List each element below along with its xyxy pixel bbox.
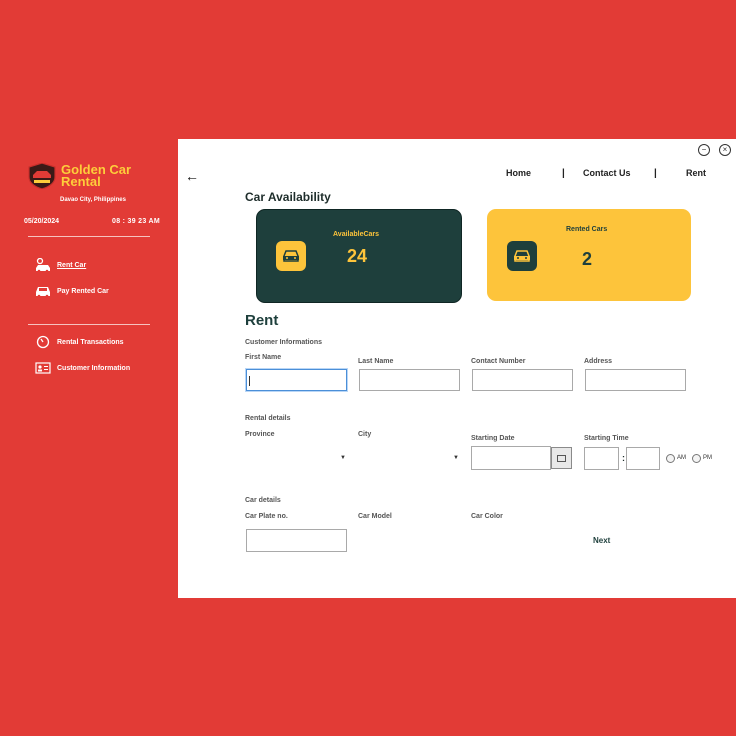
car-icon bbox=[36, 287, 50, 298]
car-color-label: Car Color bbox=[471, 513, 503, 520]
contact-number-input[interactable] bbox=[472, 369, 573, 391]
car-model-label: Car Model bbox=[358, 513, 392, 520]
pm-radio[interactable] bbox=[692, 454, 701, 463]
start-hour-input[interactable] bbox=[584, 447, 619, 470]
nav-separator: | bbox=[562, 168, 565, 179]
am-radio[interactable] bbox=[666, 454, 675, 463]
first-name-input[interactable] bbox=[246, 369, 347, 391]
minimize-button[interactable]: − bbox=[698, 144, 710, 156]
car-plate-label: Car Plate no. bbox=[245, 513, 288, 520]
car-key-icon bbox=[36, 258, 50, 272]
am-label: AM bbox=[677, 455, 686, 461]
current-time: 08 : 39 23 AM bbox=[112, 218, 160, 225]
text-caret bbox=[249, 376, 250, 386]
nav-home[interactable]: Home bbox=[506, 168, 531, 178]
clock-icon bbox=[36, 335, 50, 349]
available-car-icon bbox=[276, 241, 306, 271]
car-plate-input[interactable] bbox=[246, 529, 347, 552]
city-label: City bbox=[358, 431, 372, 438]
logo-shield-icon bbox=[28, 162, 56, 190]
sidebar-item-customer-information[interactable]: Customer Information bbox=[35, 361, 130, 375]
province-select[interactable]: ▼ bbox=[245, 447, 347, 469]
last-name-input[interactable] bbox=[359, 369, 460, 391]
starting-time-label: Starting Time bbox=[584, 435, 629, 442]
rented-cars-label: Rented Cars bbox=[566, 226, 608, 233]
last-name-label: Last Name bbox=[358, 358, 394, 365]
sidebar-item-rental-transactions[interactable]: Rental Transactions bbox=[35, 335, 124, 349]
form-title: Rent bbox=[245, 312, 279, 329]
available-cars-count: 24 bbox=[347, 246, 368, 266]
province-label: Province bbox=[245, 431, 275, 438]
starting-date-label: Starting Date bbox=[471, 435, 515, 442]
nav-contact-us[interactable]: Contact Us bbox=[583, 168, 631, 178]
time-separator: : bbox=[622, 453, 625, 463]
brand-location: Davao City, Philippines bbox=[60, 197, 126, 203]
chevron-down-icon: ▼ bbox=[340, 455, 346, 461]
calendar-icon bbox=[557, 454, 566, 462]
customer-section-label: Customer Informations bbox=[245, 339, 323, 346]
starting-date-input[interactable] bbox=[471, 446, 551, 470]
start-minute-input[interactable] bbox=[626, 447, 660, 470]
rented-cars-count: 2 bbox=[582, 249, 593, 269]
rented-car-icon bbox=[507, 241, 537, 271]
sidebar-item-label: Pay Rented Car bbox=[57, 287, 109, 295]
sidebar-divider bbox=[28, 236, 150, 237]
id-card-icon bbox=[35, 362, 51, 374]
first-name-label: First Name bbox=[245, 354, 282, 361]
contact-number-label: Contact Number bbox=[471, 358, 526, 365]
back-arrow-icon[interactable]: ← bbox=[185, 168, 199, 184]
sidebar-item-label: Customer Information bbox=[57, 364, 131, 372]
city-select[interactable]: ▼ bbox=[358, 447, 460, 469]
sidebar-item-rent-car[interactable]: Rent Car bbox=[35, 258, 86, 272]
calendar-button[interactable] bbox=[551, 447, 572, 469]
brand-name: Golden Car Rental bbox=[61, 162, 132, 189]
close-button[interactable]: × bbox=[719, 144, 731, 156]
car-section-label: Car details bbox=[245, 497, 281, 504]
sidebar-divider bbox=[28, 324, 150, 325]
rental-section-label: Rental details bbox=[245, 415, 291, 422]
nav-separator: | bbox=[654, 168, 657, 179]
address-input[interactable] bbox=[585, 369, 686, 391]
sidebar-item-label: Rent Car bbox=[57, 261, 87, 269]
available-cars-label: AvailableCars bbox=[333, 231, 380, 238]
sidebar-item-pay-rented-car[interactable]: Pay Rented Car bbox=[35, 284, 109, 298]
pm-label: PM bbox=[703, 455, 712, 461]
availability-title: Car Availability bbox=[245, 190, 331, 204]
sidebar-item-label: Rental Transactions bbox=[57, 338, 124, 346]
current-date: 05/20/2024 bbox=[24, 218, 60, 225]
next-button[interactable]: Next bbox=[593, 536, 610, 545]
address-label: Address bbox=[584, 358, 613, 365]
chevron-down-icon: ▼ bbox=[453, 455, 459, 461]
nav-rent[interactable]: Rent bbox=[686, 168, 706, 178]
